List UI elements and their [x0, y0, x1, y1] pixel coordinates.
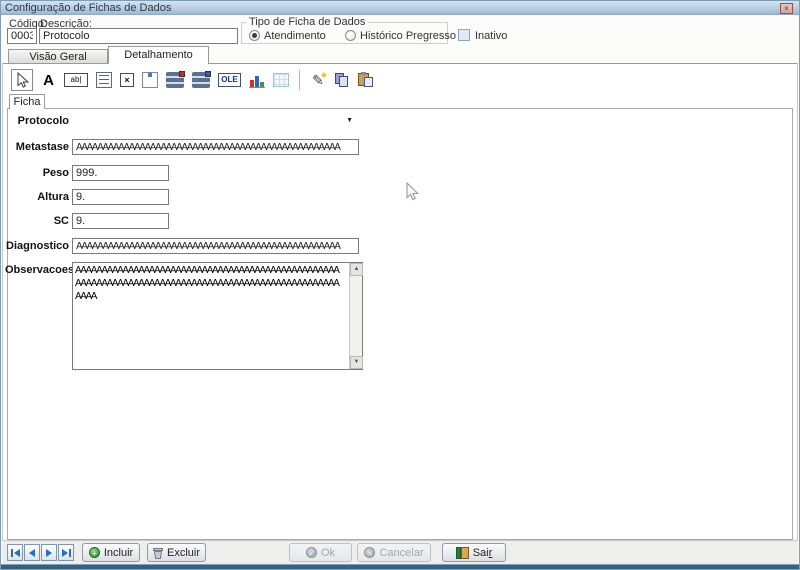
descricao-input[interactable]: [39, 28, 238, 44]
chart-tool-button[interactable]: [249, 72, 265, 88]
window: Configuração de Fichas de Dados × Código…: [0, 0, 800, 570]
mouse-cursor: [405, 182, 419, 202]
nav-prev-icon: [29, 549, 35, 557]
altura-label: Altura: [5, 189, 69, 206]
ok-label: Ok: [321, 547, 335, 559]
memo-icon: [99, 75, 109, 85]
edit-icon: ab|: [71, 74, 82, 86]
diagnostico-label: Diagnostico: [5, 238, 69, 255]
paste-tool-button[interactable]: [358, 72, 374, 88]
nav-last-button[interactable]: [58, 544, 74, 561]
chevron-down-icon: ▼: [346, 117, 353, 124]
nav-next-icon: [46, 549, 52, 557]
codigo-input[interactable]: [7, 28, 37, 44]
peso-label: Peso: [5, 165, 69, 182]
cursor-icon: [15, 72, 29, 88]
nav-first-icon: [11, 549, 13, 557]
peso-input[interactable]: [72, 165, 169, 181]
listbox-tool-button[interactable]: [142, 72, 158, 88]
dbcombo-tool-button[interactable]: [166, 72, 184, 88]
altura-input[interactable]: [72, 189, 169, 205]
letter-a-icon: A: [43, 72, 54, 89]
diagnostico-input[interactable]: [72, 238, 359, 254]
memo-tool-button[interactable]: [96, 72, 112, 88]
detalhamento-content: A ab| × OLE: [2, 63, 798, 543]
radio-atendimento[interactable]: [249, 30, 260, 41]
textarea-scrollbar[interactable]: ▲ ▼: [349, 263, 362, 369]
sc-label: SC: [5, 213, 69, 230]
nav-next-button[interactable]: [41, 544, 57, 561]
cancel-icon: ×: [364, 547, 375, 558]
observacoes-textarea[interactable]: AAAAAAAAAAAAAAAAAAAAAAAAAAAAAAAAAAAAAAAA…: [73, 263, 349, 369]
radio-atendimento-label[interactable]: Atendimento: [264, 30, 326, 42]
component-toolbar: A ab| × OLE: [11, 67, 374, 93]
protocolo-label: Protocolo: [5, 113, 69, 130]
footer-bar: + Incluir Excluir ✓ Ok × Cancelar Sair: [2, 540, 798, 564]
excluir-label: Excluir: [167, 547, 200, 559]
scroll-down-icon[interactable]: ▼: [350, 356, 363, 369]
radio-historico-pregresso[interactable]: [345, 30, 356, 41]
radio-historico-pregresso-label[interactable]: Histórico Pregresso: [360, 30, 456, 42]
trash-icon: [153, 547, 163, 559]
exit-icon: [456, 547, 469, 559]
incluir-label: Incluir: [104, 547, 133, 559]
inativo-checkbox[interactable]: [458, 29, 470, 41]
dblookup-icon: [205, 71, 211, 77]
dblookup-tool-button[interactable]: [192, 72, 210, 88]
observacoes-label: Observacoes: [5, 262, 69, 279]
sair-label: Sair: [473, 547, 493, 559]
nav-first-button[interactable]: [7, 544, 23, 561]
window-title: Configuração de Fichas de Dados: [5, 1, 171, 15]
inativo-label[interactable]: Inativo: [475, 30, 507, 42]
dbcombo-icon: [179, 71, 185, 77]
check-icon: ✓: [306, 547, 317, 558]
window-titlebar[interactable]: Configuração de Fichas de Dados ×: [1, 1, 799, 15]
tab-detalhamento[interactable]: Detalhamento: [108, 46, 209, 64]
sc-input[interactable]: [72, 213, 169, 229]
observacoes-field: AAAAAAAAAAAAAAAAAAAAAAAAAAAAAAAAAAAAAAAA…: [72, 262, 363, 370]
chart-icon: [250, 80, 254, 87]
scroll-up-icon[interactable]: ▲: [350, 263, 363, 276]
pen-tool-button[interactable]: ✎: [310, 72, 326, 89]
cancelar-button[interactable]: × Cancelar: [357, 543, 431, 562]
window-bottom-edge: [1, 564, 799, 569]
sair-button[interactable]: Sair: [442, 543, 506, 562]
metastase-label: Metastase: [5, 139, 69, 156]
checkbox-tool-button[interactable]: ×: [120, 73, 134, 87]
copy-tool-button[interactable]: [334, 72, 350, 88]
ok-button[interactable]: ✓ Ok: [289, 543, 352, 562]
excluir-button[interactable]: Excluir: [147, 543, 206, 562]
checkbox-icon: ×: [124, 74, 129, 86]
close-icon: ×: [784, 4, 789, 13]
nav-last-icon: [62, 549, 68, 557]
nav-prev-button[interactable]: [24, 544, 40, 561]
tab-ficha[interactable]: Ficha: [9, 94, 45, 109]
listbox-icon: [148, 73, 152, 88]
metastase-input[interactable]: [72, 139, 359, 155]
tipo-ficha-legend: Tipo de Ficha de Dados: [246, 16, 368, 28]
plus-icon: +: [89, 547, 100, 558]
label-tool-button[interactable]: A: [41, 72, 56, 89]
grid-tool-button[interactable]: [273, 73, 289, 87]
incluir-button[interactable]: + Incluir: [82, 543, 140, 562]
tab-visao-geral[interactable]: Visão Geral: [8, 49, 108, 63]
ole-icon: OLE: [221, 74, 237, 86]
edit-tool-button[interactable]: ab|: [64, 73, 88, 87]
select-tool-button[interactable]: [11, 69, 33, 91]
protocolo-combobox[interactable]: ▼: [72, 113, 359, 130]
cancelar-label: Cancelar: [379, 547, 423, 559]
pen-glint: [321, 72, 327, 78]
toolbar-separator: [299, 70, 300, 90]
close-button[interactable]: ×: [780, 3, 793, 14]
ole-tool-button[interactable]: OLE: [218, 73, 241, 87]
